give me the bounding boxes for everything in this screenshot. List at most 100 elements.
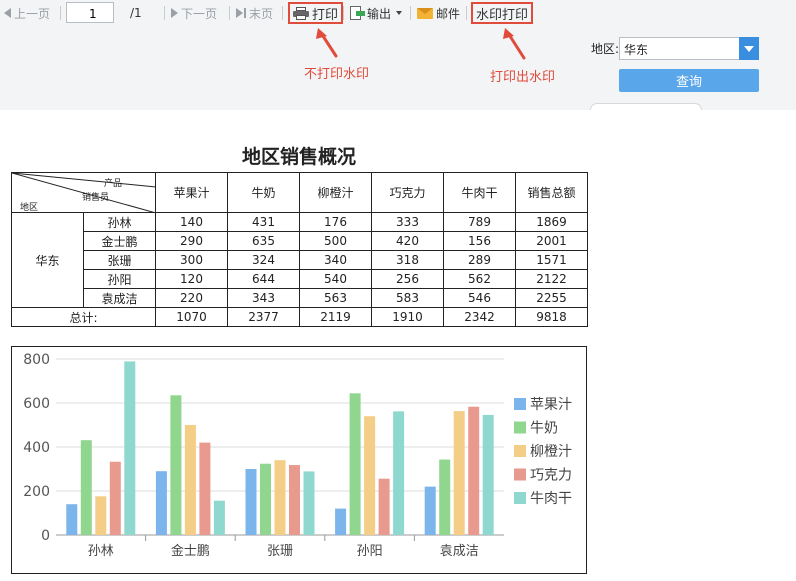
value-cell: 120 [155, 269, 228, 289]
column-header: 柳橙汁 [299, 172, 372, 213]
x-tick-label: 金士鹏 [171, 543, 210, 559]
column-header: 苹果汁 [155, 172, 228, 213]
chart-container: 0 200 400 600 800 孙林 金士鹏 张珊 孙阳 袁成洁 苹果汁 牛奶 柳橙汁 巧克力 牛肉干 [11, 346, 587, 574]
value-cell: 540 [299, 269, 372, 289]
value-cell: 500 [299, 231, 372, 251]
value-cell: 583 [371, 288, 444, 308]
region-select[interactable]: 华东 [619, 37, 759, 60]
table-row: 张珊 300 324 340 318 289 1571 [12, 250, 588, 270]
value-cell: 563 [299, 288, 372, 308]
value-cell: 562 [443, 269, 516, 289]
value-cell: 333 [371, 212, 444, 232]
bar [213, 500, 225, 535]
value-cell: 289 [443, 250, 516, 270]
salesperson-cell: 袁成洁 [83, 288, 156, 308]
bar-chart: 0 200 400 600 800 孙林 金士鹏 张珊 孙阳 袁成洁 苹果汁牛奶柳橙汁巧克力牛肉干 [23, 352, 572, 559]
bar [424, 486, 436, 535]
legend-label: 牛奶 [530, 421, 558, 437]
legend-swatch [514, 421, 526, 434]
dropdown-button[interactable] [739, 37, 759, 60]
bar [95, 496, 107, 535]
bar [260, 463, 271, 535]
table-row: 华东 孙林 140 431 176 333 789 1869 [11, 212, 588, 308]
x-tick-label: 孙林 [88, 544, 114, 559]
column-header: 巧克力 [371, 172, 444, 213]
totals-label: 总计: [11, 307, 156, 327]
value-cell: 324 [227, 250, 300, 270]
top-panel: 上一页 /1 下一页 末页 打印 输出 邮件 [0, 0, 796, 110]
value-cell: 546 [443, 288, 516, 308]
value-cell: 635 [227, 231, 300, 251]
total-cell: 2342 [443, 307, 516, 327]
y-tick-label: 800 [23, 352, 50, 368]
value-cell: 220 [155, 288, 228, 308]
bar [468, 406, 480, 535]
x-tick-label: 张珊 [267, 544, 293, 559]
bar [289, 465, 300, 535]
region-label: 地区: [591, 42, 620, 56]
value-cell: 340 [299, 250, 372, 270]
bar [303, 471, 315, 535]
bar [453, 411, 465, 535]
query-button[interactable]: 查询 [619, 69, 759, 92]
legend-label: 牛肉干 [530, 491, 572, 507]
total-cell: 2119 [299, 307, 372, 327]
table-row: 袁成洁 220 343 563 583 546 2255 [12, 288, 588, 308]
bar [199, 442, 211, 535]
bar [439, 459, 451, 535]
legend-swatch [514, 445, 526, 457]
totals-row: 总计: 1070 2377 2119 1910 2342 9818 [11, 307, 588, 327]
salesperson-cell: 张珊 [83, 250, 156, 270]
bar [482, 414, 494, 535]
region-select-value: 华东 [624, 43, 649, 57]
column-header: 销售总额 [515, 172, 588, 213]
legend-label: 柳橙汁 [530, 443, 572, 460]
value-cell: 789 [443, 212, 516, 232]
total-value-cell: 2122 [515, 269, 588, 289]
bar [66, 504, 78, 535]
table-row: 金士鹏 290 635 500 420 156 2001 [12, 231, 588, 251]
value-cell: 431 [227, 212, 300, 232]
diagonal-header-cell: 产品 销售员 地区 [11, 172, 156, 213]
value-cell: 644 [227, 269, 300, 289]
bar [124, 361, 136, 535]
legend-swatch [514, 468, 526, 481]
bar [378, 478, 390, 535]
salesperson-cell: 孙阳 [83, 269, 156, 289]
region-cell: 华东 [11, 212, 84, 308]
value-cell: 318 [371, 250, 444, 270]
bar [80, 440, 92, 535]
total-value-cell: 2255 [515, 288, 588, 308]
value-cell: 290 [155, 231, 228, 251]
value-cell: 176 [299, 212, 372, 232]
bar [245, 469, 257, 535]
bar [364, 416, 376, 535]
value-cell: 420 [371, 231, 444, 251]
legend-swatch [514, 398, 526, 410]
column-header: 牛肉干 [443, 172, 516, 213]
total-value-cell: 1869 [515, 212, 588, 232]
bar [184, 425, 196, 535]
header-region: 地区 [20, 203, 39, 213]
legend-label: 苹果汁 [530, 397, 572, 413]
bar [349, 393, 361, 535]
value-cell: 300 [155, 250, 228, 270]
column-header: 牛奶 [227, 172, 300, 213]
header-salesperson: 销售员 [82, 193, 110, 203]
collapse-handle[interactable] [590, 103, 702, 110]
value-cell: 343 [227, 288, 300, 308]
y-tick-label: 200 [23, 484, 50, 500]
value-cell: 256 [371, 269, 444, 289]
y-tick-label: 0 [41, 528, 50, 544]
total-cell: 1070 [155, 307, 228, 327]
sales-table: 产品 销售员 地区 苹果汁 牛奶 柳橙汁 巧克力 牛肉干 销售总额 华东 孙林 … [11, 172, 588, 327]
annotation-with-watermark: 打印出水印 [490, 70, 556, 85]
bar [170, 395, 182, 535]
chevron-down-icon [744, 45, 754, 52]
value-cell: 156 [443, 231, 516, 251]
total-cell: 1910 [371, 307, 444, 327]
table-header-row: 产品 销售员 地区 苹果汁 牛奶 柳橙汁 巧克力 牛肉干 销售总额 [11, 172, 588, 213]
header-product: 产品 [104, 179, 123, 189]
annotation-no-watermark: 不打印水印 [304, 67, 370, 82]
total-cell: 9818 [515, 307, 588, 327]
